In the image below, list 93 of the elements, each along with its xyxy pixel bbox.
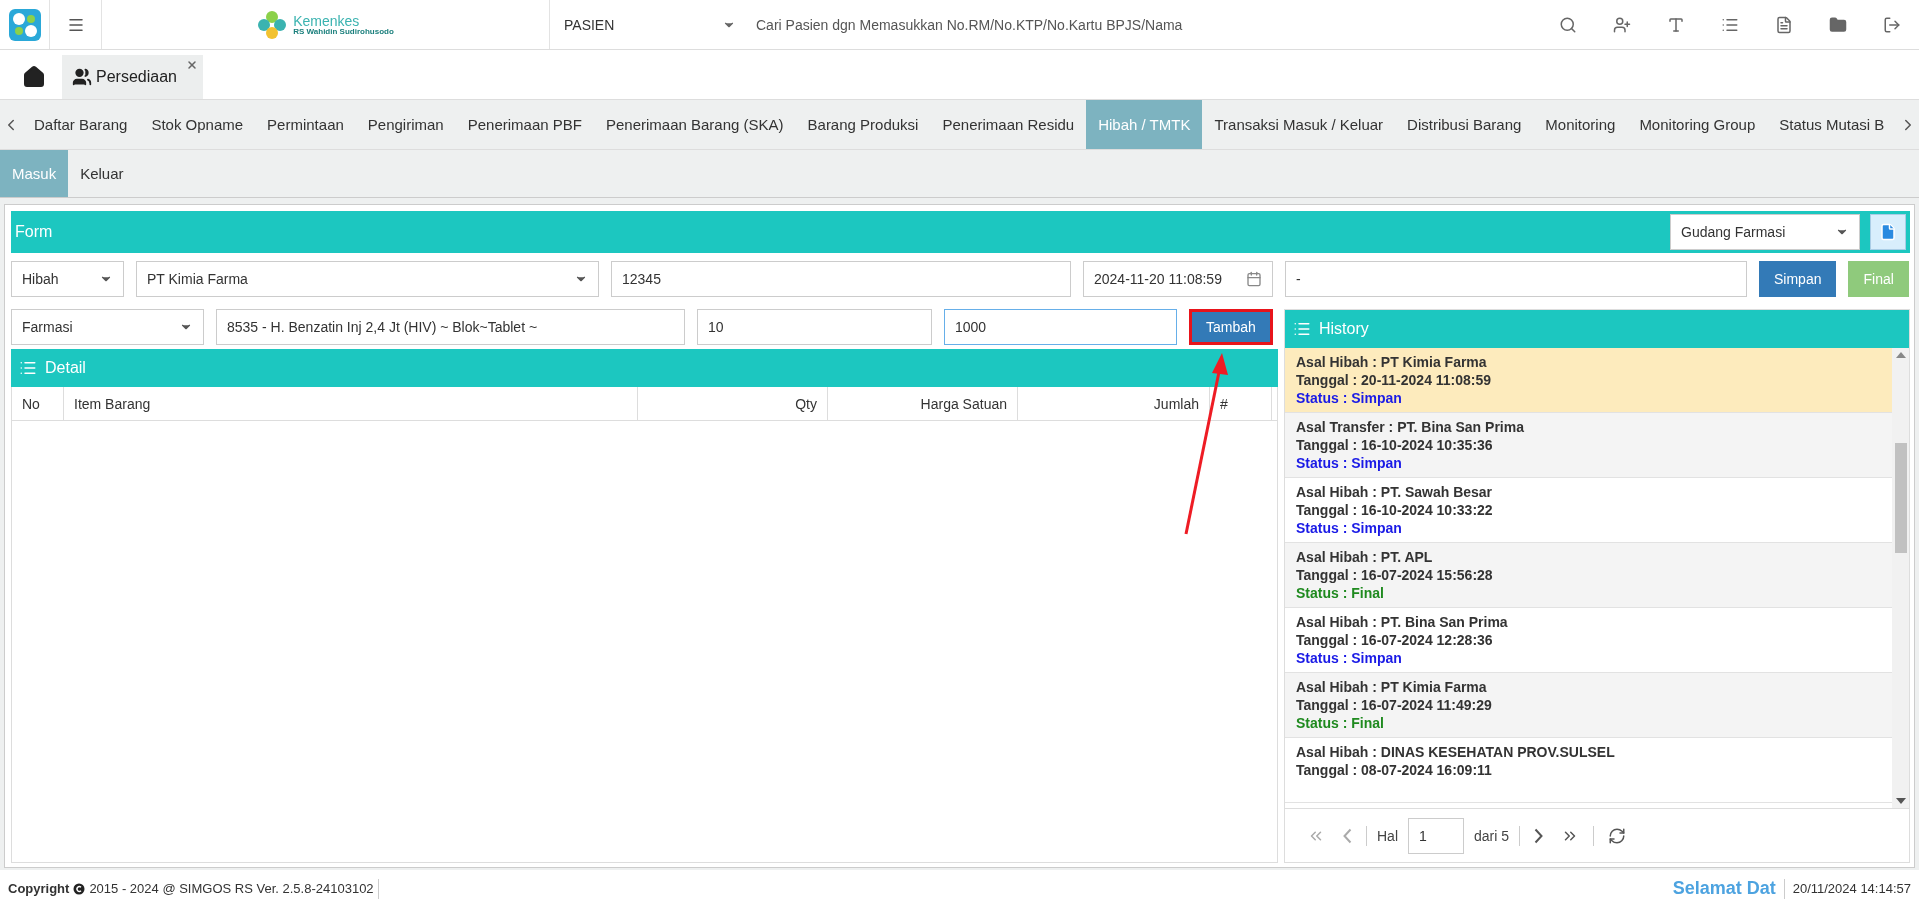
history-title: History [1319, 320, 1369, 338]
module-tab[interactable]: Penerimaan Barang (SKA) [593, 100, 796, 149]
scrollbar-thumb[interactable] [1894, 443, 1907, 553]
column-header: No [12, 387, 64, 420]
history-item[interactable]: Asal Transfer : PT. Bina San Prima Tanggal : 16-10-2024 10:35:36 Status : Simpan [1285, 413, 1892, 478]
refresh-icon [1608, 826, 1627, 845]
history-origin: Asal Hibah : PT Kimia Farma [1296, 354, 1488, 370]
page-tab[interactable]: Persediaan [62, 55, 203, 99]
warehouse-select[interactable]: Gudang Farmasi [1670, 214, 1860, 250]
module-tab[interactable]: Monitoring [1533, 100, 1628, 149]
history-date: Tanggal : 16-10-2024 10:35:36 [1296, 437, 1494, 453]
page-input[interactable]: 1 [1408, 817, 1464, 854]
input-field[interactable]: 10 [697, 309, 932, 345]
column-header: Jumlah [1018, 387, 1210, 420]
select-field[interactable]: Farmasi [11, 309, 204, 345]
detail-title: Detail [45, 359, 86, 377]
date-field[interactable]: 2024-11-20 11:08:59 [1083, 261, 1273, 297]
history-item[interactable]: Asal Hibah : PT Kimia Farma Tanggal : 20-11-2024 11:08:59 Status : Simpan [1285, 348, 1892, 413]
input-field[interactable]: 1000 [944, 309, 1177, 345]
home-icon [22, 65, 46, 89]
scrollbar[interactable] [1892, 348, 1909, 808]
module-tab[interactable]: Status Mutasi B [1767, 100, 1897, 149]
page-label: Hal [1377, 827, 1398, 844]
footer-datetime: 20/11/2024 14:14:57 [1792, 881, 1911, 896]
welcome-marquee: Selamat Dat [1672, 878, 1776, 899]
input-field[interactable]: - [1285, 261, 1747, 297]
history-origin: Asal Hibah : PT. APL [1296, 549, 1434, 565]
history-date: Tanggal : 16-07-2024 11:49:29 [1296, 697, 1493, 713]
history-date: Tanggal : 16-10-2024 10:33:22 [1296, 502, 1494, 518]
list-icon [19, 359, 37, 377]
module-tab[interactable]: Penerimaan PBF [455, 100, 594, 149]
history-date: Tanggal : 16-07-2024 12:28:36 [1296, 632, 1494, 648]
module-tab[interactable]: Pengiriman [355, 100, 456, 149]
history-origin: Asal Hibah : PT. Bina San Prima [1296, 614, 1509, 630]
document-icon [1775, 15, 1793, 34]
users-icon [72, 67, 92, 87]
input-field[interactable]: 8535 - H. Benzatin Inj 2,4 Jt (HIV) ~ Blok~Tablet ~ [216, 309, 685, 345]
select-field[interactable]: Hibah [11, 261, 124, 297]
history-status: Status : Simpan [1296, 455, 1403, 471]
save-button[interactable]: Simpan [1759, 261, 1837, 297]
module-tab[interactable]: Daftar Barang [22, 100, 140, 149]
history-date: Tanggal : 08-07-2024 16:09:11 [1296, 762, 1493, 778]
folder-icon [1829, 15, 1847, 34]
form-title: Form [15, 223, 53, 241]
history-origin: Asal Hibah : PT Kimia Farma [1296, 679, 1488, 695]
column-header: Qty [638, 387, 828, 420]
history-date: Tanggal : 20-11-2024 11:08:59 [1296, 372, 1493, 388]
module-tab[interactable]: Permintaan [255, 100, 356, 149]
module-tab[interactable]: Barang Produksi [795, 100, 931, 149]
module-tab[interactable]: Stok Opname [139, 100, 256, 149]
copyright-text: 2015 - 2024 @ SIMGOS RS Ver. 2.5.8-24103102 [89, 881, 374, 896]
history-item[interactable]: Asal Hibah : PT. APL Tanggal : 16-07-2024 15:56:28 Status : Final [1285, 543, 1892, 608]
sub-tab[interactable]: Keluar [68, 150, 136, 197]
logo-icon [257, 9, 288, 40]
history-status: Status : Final [1296, 715, 1385, 731]
module-tab[interactable]: Transaksi Masuk / Keluar [1202, 100, 1396, 149]
document-icon [1879, 223, 1897, 241]
history-origin: Asal Transfer : PT. Bina San Prima [1296, 419, 1525, 435]
column-header: Harga Satuan [828, 387, 1018, 420]
list-icon [1293, 320, 1311, 338]
page-total: dari 5 [1474, 827, 1510, 844]
history-date: Tanggal : 16-07-2024 15:56:28 [1296, 567, 1494, 583]
brand-subtitle: RS Wahidin Sudirohusodo [293, 27, 394, 36]
history-status: Status : Simpan [1296, 390, 1403, 406]
calendar-icon [1246, 271, 1262, 287]
column-header: Item Barang [64, 387, 638, 420]
input-field[interactable]: 12345 [611, 261, 1071, 297]
add-button[interactable]: Tambah [1189, 309, 1273, 345]
scroll-up-icon[interactable] [1895, 352, 1906, 358]
chevron-right-icon [1534, 827, 1544, 844]
copyright-icon [73, 882, 86, 895]
select-field[interactable]: PT Kimia Farma [136, 261, 599, 297]
logout-icon [1883, 15, 1901, 34]
history-status: Status : Final [1296, 585, 1385, 601]
history-status: Status : Simpan [1296, 520, 1403, 536]
logo-icon [7, 7, 42, 42]
column-header: # [1210, 387, 1272, 420]
history-origin: Asal Hibah : DINAS KESEHATAN PROV.SULSEL [1296, 744, 1616, 760]
patient-search-field[interactable]: Cari Pasien dgn Memasukkan No.RM/No.KTP/No.Kartu BPJS/Nama [750, 0, 1541, 49]
chevron-left-icon [1343, 827, 1352, 844]
module-tab[interactable]: Distribusi Barang [1395, 100, 1534, 149]
history-status: Status : Simpan [1296, 650, 1403, 666]
user-plus-icon [1613, 15, 1631, 34]
document-button[interactable] [1870, 214, 1906, 250]
module-tab[interactable]: Monitoring Group [1627, 100, 1768, 149]
module-tab[interactable]: Penerimaan Residu [930, 100, 1087, 149]
text-icon [1667, 15, 1685, 34]
search-icon [1559, 15, 1577, 34]
history-item[interactable]: Asal Hibah : PT Kimia Farma Tanggal : 16-07-2024 11:49:29 Status : Final [1285, 673, 1892, 738]
copyright-label: Copyright [8, 881, 70, 896]
brand-name: Kemenkes [293, 13, 361, 28]
history-origin: Asal Hibah : PT. Sawah Besar [1296, 484, 1494, 500]
scroll-down-icon[interactable] [1895, 798, 1906, 804]
